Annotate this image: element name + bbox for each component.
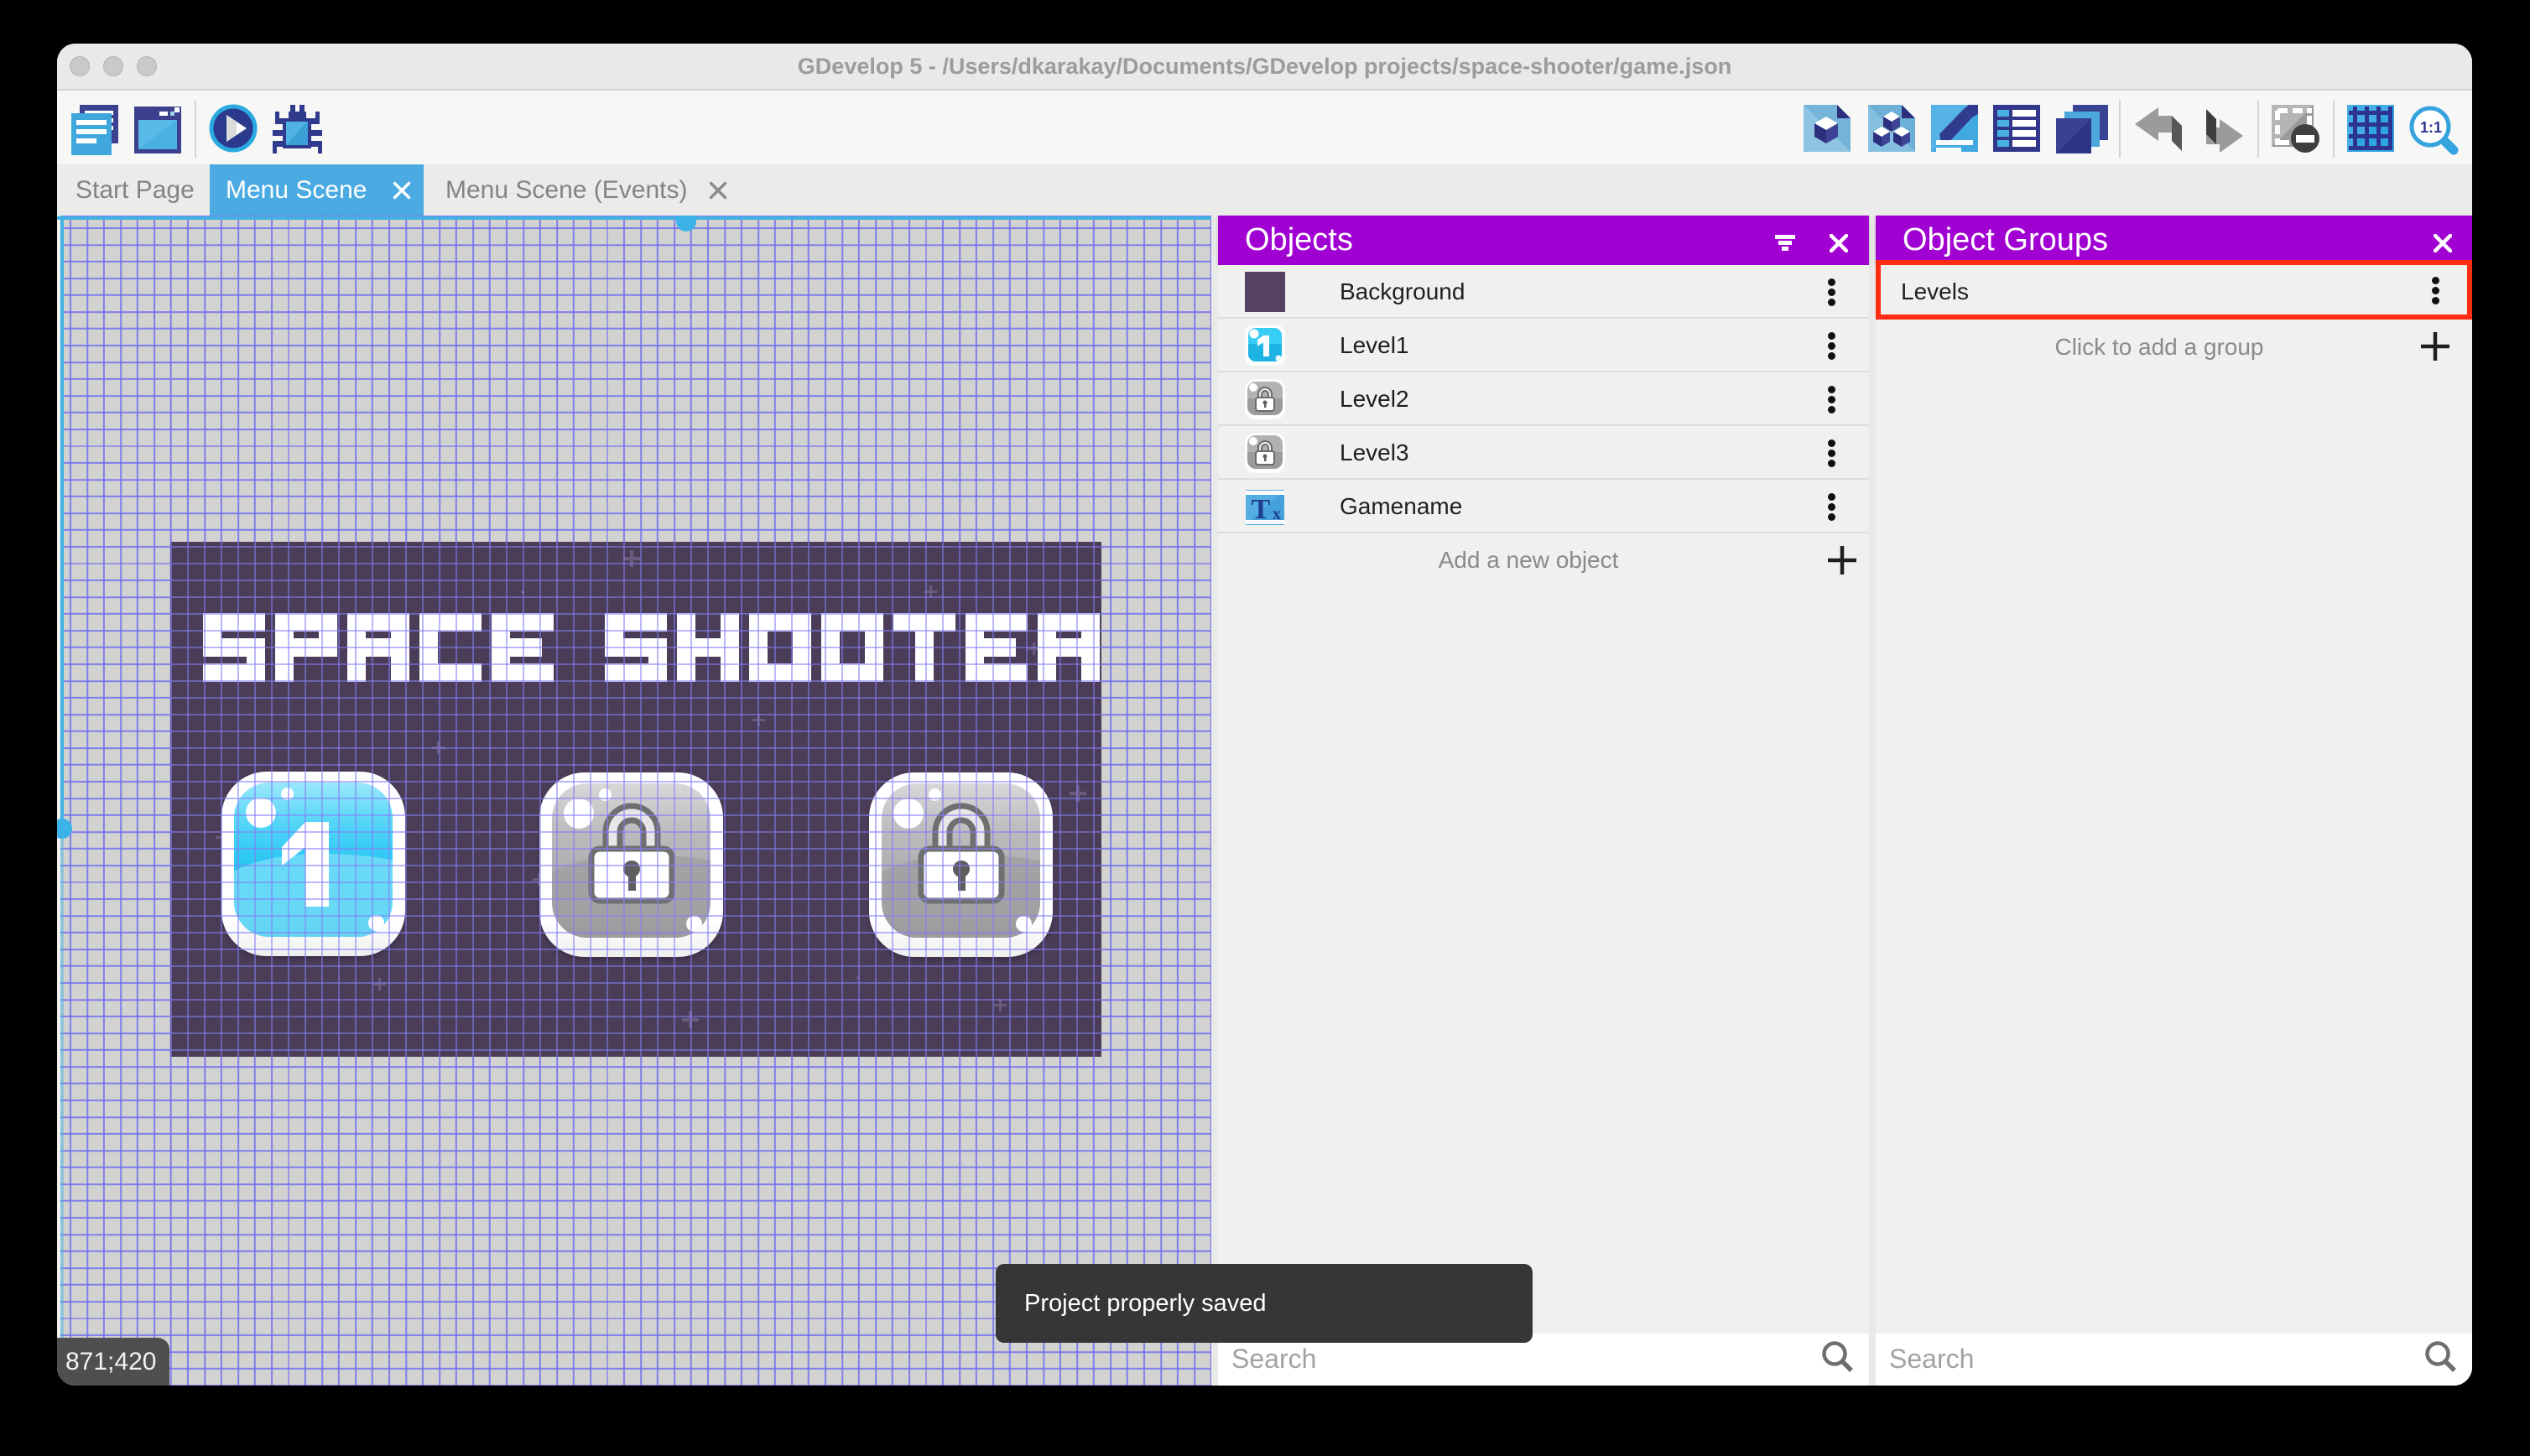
svg-text:x: x [1273, 503, 1282, 523]
svg-text:1:1: 1:1 [2420, 119, 2442, 136]
svg-text:T: T [1252, 494, 1271, 525]
